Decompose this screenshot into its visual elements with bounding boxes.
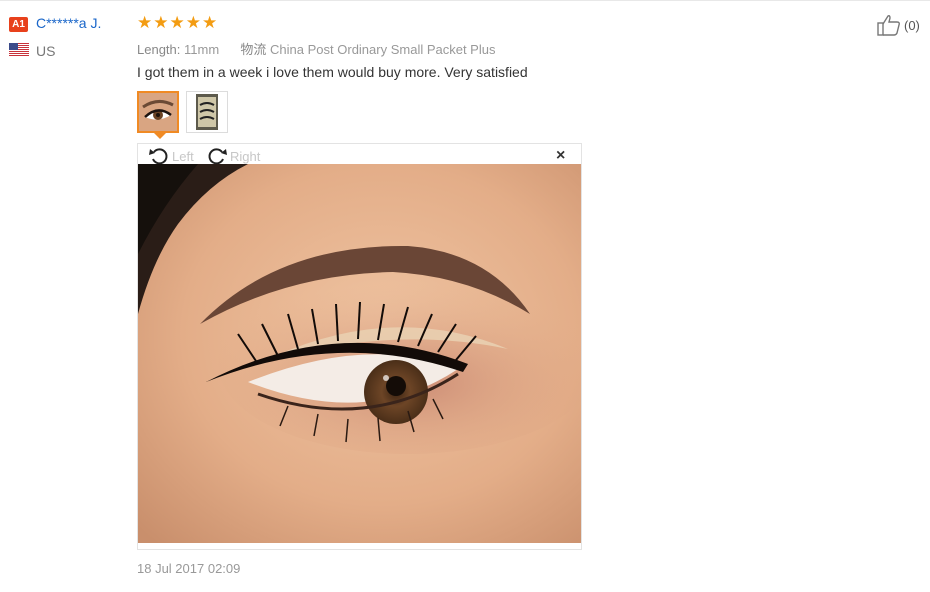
reviewer-name[interactable]: C******a J. (36, 15, 101, 31)
flag-us-icon (9, 43, 29, 56)
star-icon: ★ (137, 13, 153, 32)
review-photo-large (138, 164, 581, 543)
rotate-right-label: Right (230, 148, 261, 164)
rating-stars: ★ ★ ★ ★ ★ (137, 14, 217, 32)
lash-box-thumbnail (187, 92, 227, 132)
shipping-label: 物流 (240, 42, 267, 57)
length-label: Length: (137, 42, 181, 57)
eye-photo-thumbnail (139, 93, 177, 131)
order-attributes: Length: 11mm 物流 China Post Ordinary Smal… (137, 39, 495, 58)
star-icon: ★ (153, 13, 169, 32)
selected-thumbnail-indicator (154, 133, 166, 139)
review-photo-thumbnail-1[interactable] (137, 91, 179, 133)
length-value: 11mm (184, 42, 220, 57)
shipping-value: China Post Ordinary Small Packet Plus (270, 42, 496, 57)
rotate-left-label: Left (172, 148, 194, 164)
helpful-count: (0) (904, 17, 920, 33)
rotate-left-button[interactable]: Left (148, 146, 194, 166)
buyer-level-badge: A1 (9, 17, 28, 32)
rotate-right-button[interactable]: Right (206, 146, 260, 166)
star-icon: ★ (169, 13, 185, 32)
photo-viewer: Left Right × (137, 143, 582, 550)
review-text: I got them in a week i love them would b… (137, 64, 528, 80)
rotate-right-icon (208, 148, 227, 165)
reviewer-country: US (36, 43, 56, 59)
helpful-button[interactable]: (0) (877, 14, 920, 36)
review-date: 18 Jul 2017 02:09 (137, 561, 241, 576)
rotate-left-icon (149, 148, 168, 165)
review-photo-thumbnail-2[interactable] (186, 91, 228, 133)
thumbs-up-icon (877, 15, 900, 36)
star-icon: ★ (202, 13, 218, 32)
close-icon[interactable]: × (556, 147, 565, 165)
top-divider (0, 0, 930, 1)
star-icon: ★ (185, 13, 201, 32)
